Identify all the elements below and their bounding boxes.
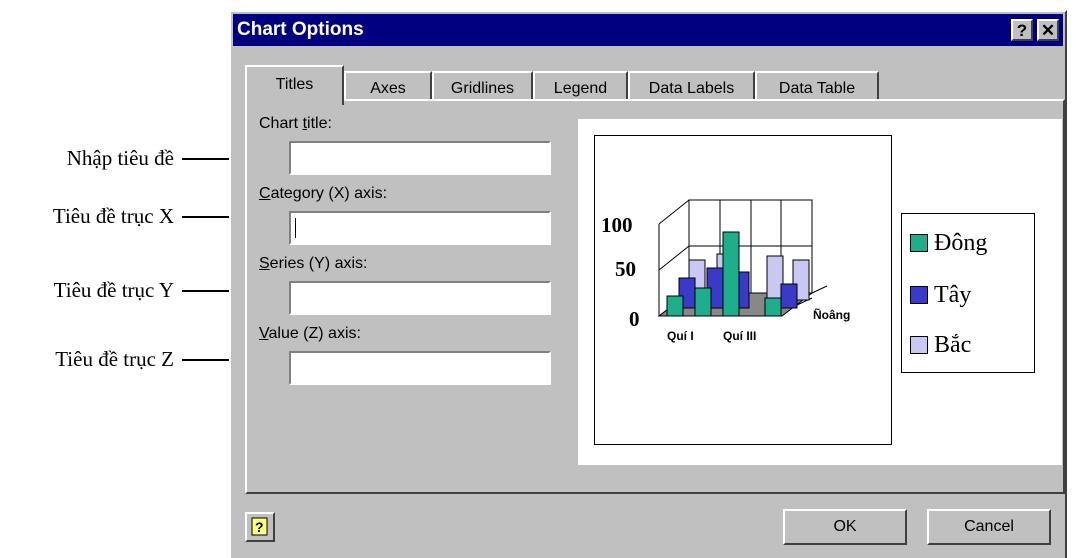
tab-label: Axes [370,80,406,97]
close-button[interactable]: ✕ [1037,19,1059,41]
bar-dong-4 [764,297,782,317]
cancel-button[interactable]: Cancel [927,509,1051,545]
bar-dong-2 [694,287,712,317]
bar-tay-4 [780,283,798,309]
chart-preview-area: 100 50 0 Quí I Quí III Ñoâng Đông Tây Bắ… [578,119,1062,465]
annotation-text: Tiêu đề trục Y [53,278,174,302]
tab-label: Titles [275,76,314,93]
series-axis-label: Series (Y) axis: [259,255,368,272]
annotation-line [182,290,232,292]
annotation-text: Nhập tiêu đề [66,146,174,170]
category-axis-label: Category (X) axis: [259,185,388,202]
chart-preview-svg: 100 50 0 Quí I Quí III Ñoâng [601,199,850,343]
category-axis-input[interactable] [289,211,551,245]
z-tick-label: 0 [629,307,640,331]
tab-label: Data Labels [648,80,735,97]
chart-legend: Đông Tây Bắc [901,213,1035,373]
series-axis-input[interactable] [289,281,551,315]
category-label: Quí III [723,329,756,343]
annotation-line [182,216,232,218]
tab-label: Legend [553,80,608,97]
category-label: Quí I [667,329,694,343]
z-tick-label: 100 [601,213,633,237]
bar-dong-3 [722,231,740,317]
annotation-x-axis: Tiêu đề trục X [0,201,232,231]
legend-label: Tây [934,282,972,308]
annotation-line [182,359,232,361]
annotation-text: Tiêu đề trục X [52,204,174,228]
chart-title-input[interactable] [289,141,551,175]
help-button[interactable]: ? [245,512,275,542]
ok-button[interactable]: OK [783,509,907,545]
tab-label: Gridlines [450,80,515,97]
chart-preview: 100 50 0 Quí I Quí III Ñoâng [594,135,892,445]
legend-label: Bắc [934,332,972,358]
legend-label: Đông [934,230,988,256]
text-caret [295,218,296,238]
annotation-z-axis: Tiêu đề trục Z [0,344,232,374]
dialog-title: Chart Options [237,19,364,40]
bar-dong-1 [666,295,684,317]
chart-title-label: Chart title: [259,115,332,132]
titles-panel: Chart title: Category (X) axis: Series (… [245,99,1065,494]
annotation-title: Nhập tiêu đề [0,143,232,173]
annotation-y-axis: Tiêu đề trục Y [0,275,232,305]
annotation-line [182,158,232,160]
value-axis-label: Value (Z) axis: [259,325,361,342]
help-title-button[interactable]: ? [1011,19,1033,41]
value-axis-input[interactable] [289,351,551,385]
tab-titles[interactable]: Titles [245,65,344,105]
z-tick-label: 50 [615,257,636,281]
title-bar[interactable]: Chart Options ? ✕ [233,14,1063,46]
svg-text:?: ? [255,519,264,535]
legend-swatch [910,286,928,304]
tab-label: Data Table [778,80,856,97]
legend-swatch [910,234,928,252]
chart-options-dialog: Chart Options ? ✕ Titles Axes Gridlines … [229,10,1067,558]
annotation-text: Tiêu đề trục Z [55,347,174,371]
depth-label: Ñoâng [813,307,850,322]
help-icon: ? [251,517,268,536]
legend-swatch [910,336,928,354]
